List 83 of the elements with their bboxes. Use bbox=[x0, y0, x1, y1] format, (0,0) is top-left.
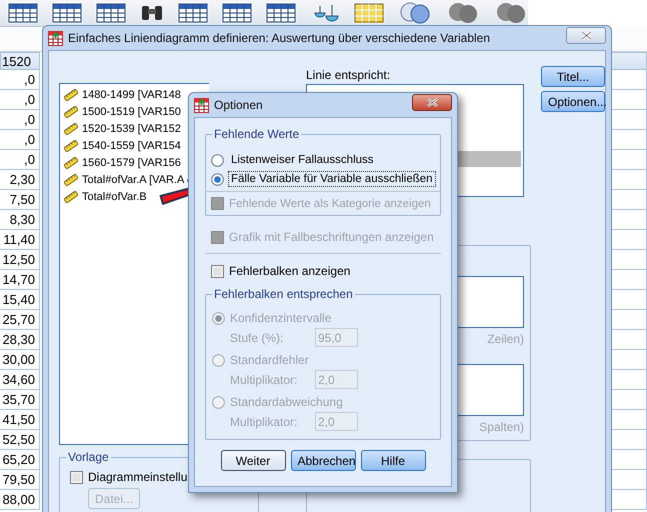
panel-caption: Zeilen) bbox=[487, 332, 524, 346]
variable-item[interactable]: 1520-1539 [VAR152 bbox=[82, 123, 181, 135]
dialog-icon bbox=[194, 98, 209, 112]
table-icon[interactable] bbox=[8, 3, 38, 23]
checkbox-label: Diagrammeinstellu bbox=[88, 470, 188, 484]
checkbox-label: Fehlerbalken anzeigen bbox=[229, 264, 350, 278]
table-cell: ,0 bbox=[0, 90, 40, 110]
close-button[interactable] bbox=[412, 94, 452, 111]
table-cell: 2,30 bbox=[0, 170, 40, 190]
variable-item[interactable]: 1540-1559 [VAR154 bbox=[82, 140, 181, 152]
binoculars-icon[interactable] bbox=[140, 3, 164, 23]
ruler-icon bbox=[64, 157, 78, 169]
table-icon[interactable] bbox=[222, 3, 252, 23]
ruler-icon bbox=[64, 191, 78, 203]
table-cell: 15,40 bbox=[0, 290, 40, 310]
table-cell: 52,50 bbox=[0, 430, 40, 450]
table-cell: ,0 bbox=[0, 110, 40, 130]
table-cell: 41,50 bbox=[0, 410, 40, 430]
table-cell: 79,50 bbox=[0, 470, 40, 490]
field-label: Multiplikator: bbox=[230, 372, 298, 386]
dialog-button[interactable]: Weiter bbox=[220, 450, 286, 471]
group-title: Vorlage bbox=[66, 450, 111, 464]
table-cell: 30,00 bbox=[0, 350, 40, 370]
checkbox-label: Fehlende Werte als Kategorie anzeigen bbox=[229, 198, 431, 210]
close-icon bbox=[426, 98, 438, 107]
table-cell: 28,30 bbox=[0, 330, 40, 350]
checkbox[interactable] bbox=[211, 264, 224, 278]
radio-label: Konfidenzintervalle bbox=[230, 311, 332, 325]
table-cell: 34,60 bbox=[0, 370, 40, 390]
variable-item[interactable]: Total#ofVar.A [VAR.A bbox=[82, 174, 184, 186]
table-cell: ,0 bbox=[0, 70, 40, 90]
ruler-icon bbox=[64, 174, 78, 186]
table-cell: ,0 bbox=[0, 130, 40, 150]
table-cell: 8,30 bbox=[0, 210, 40, 230]
dialog-icon bbox=[48, 30, 63, 46]
table-cell: 25,70 bbox=[0, 310, 40, 330]
field-label: Stufe (%): bbox=[230, 330, 284, 344]
checkbox-label: Grafik mit Fallbeschriftungen anzeigen bbox=[229, 230, 434, 244]
group-title: Fehlende Werte bbox=[212, 127, 302, 141]
dialog-button[interactable]: Hilfe bbox=[360, 450, 426, 471]
variable-item[interactable]: Total#ofVar.B bbox=[82, 191, 147, 203]
radio-button[interactable] bbox=[211, 154, 224, 166]
circles-icon[interactable] bbox=[446, 2, 480, 24]
table-icon[interactable] bbox=[52, 3, 82, 23]
table-cell: 88,00 bbox=[0, 490, 40, 510]
table-cell: 14,70 bbox=[0, 270, 40, 290]
table-icon[interactable] bbox=[354, 3, 384, 23]
panel-caption: Spalten) bbox=[479, 420, 524, 434]
table-cell: 11,40 bbox=[0, 230, 40, 250]
column-header[interactable] bbox=[611, 52, 647, 70]
column-header[interactable]: 1520 bbox=[0, 52, 40, 70]
radio-label: Standardabweichung bbox=[230, 395, 343, 409]
table-cell: ,0 bbox=[0, 150, 40, 170]
radio-label: Listenweiser Fallausschluss bbox=[230, 153, 375, 167]
ruler-icon bbox=[64, 123, 78, 135]
table-icon[interactable] bbox=[178, 3, 208, 23]
radio-label: Standardfehler bbox=[230, 353, 309, 367]
circles-icon[interactable] bbox=[398, 2, 432, 24]
variable-item[interactable]: 1480-1499 [VAR148 bbox=[82, 89, 181, 101]
dialog-button[interactable]: Titel... bbox=[541, 66, 605, 87]
table-cell: 7,50 bbox=[0, 190, 40, 210]
variable-item[interactable]: 1560-1579 [VAR156 bbox=[82, 157, 181, 169]
field-label: Linie entspricht: bbox=[306, 68, 392, 82]
field-label: Multiplikator: bbox=[230, 414, 298, 428]
radio-button[interactable] bbox=[211, 172, 224, 186]
close-icon bbox=[580, 31, 592, 40]
radio-label: Fälle Variable für Variable ausschließen bbox=[229, 172, 435, 186]
window-title: Optionen bbox=[214, 98, 263, 112]
circles-icon[interactable] bbox=[494, 2, 528, 24]
checkbox[interactable] bbox=[70, 470, 83, 484]
ruler-icon bbox=[64, 89, 78, 101]
table-cell: 12,50 bbox=[0, 250, 40, 270]
table-cell: 65,20 bbox=[0, 450, 40, 470]
ruler-icon bbox=[64, 140, 78, 152]
table-icon[interactable] bbox=[266, 3, 296, 23]
dialog-button[interactable]: Abbrechen bbox=[290, 450, 356, 471]
window-title: Einfaches Liniendiagramm definieren: Auswertung über verschiedene Variablen bbox=[68, 31, 490, 45]
table-icon[interactable] bbox=[96, 3, 126, 23]
variable-item[interactable]: 1500-1519 [VAR150 bbox=[82, 106, 181, 118]
ruler-icon bbox=[64, 106, 78, 118]
dialog-button[interactable]: Optionen... bbox=[541, 91, 605, 112]
table-cell: 35,70 bbox=[0, 390, 40, 410]
group-title: Fehlerbalken entsprechen bbox=[212, 287, 355, 301]
